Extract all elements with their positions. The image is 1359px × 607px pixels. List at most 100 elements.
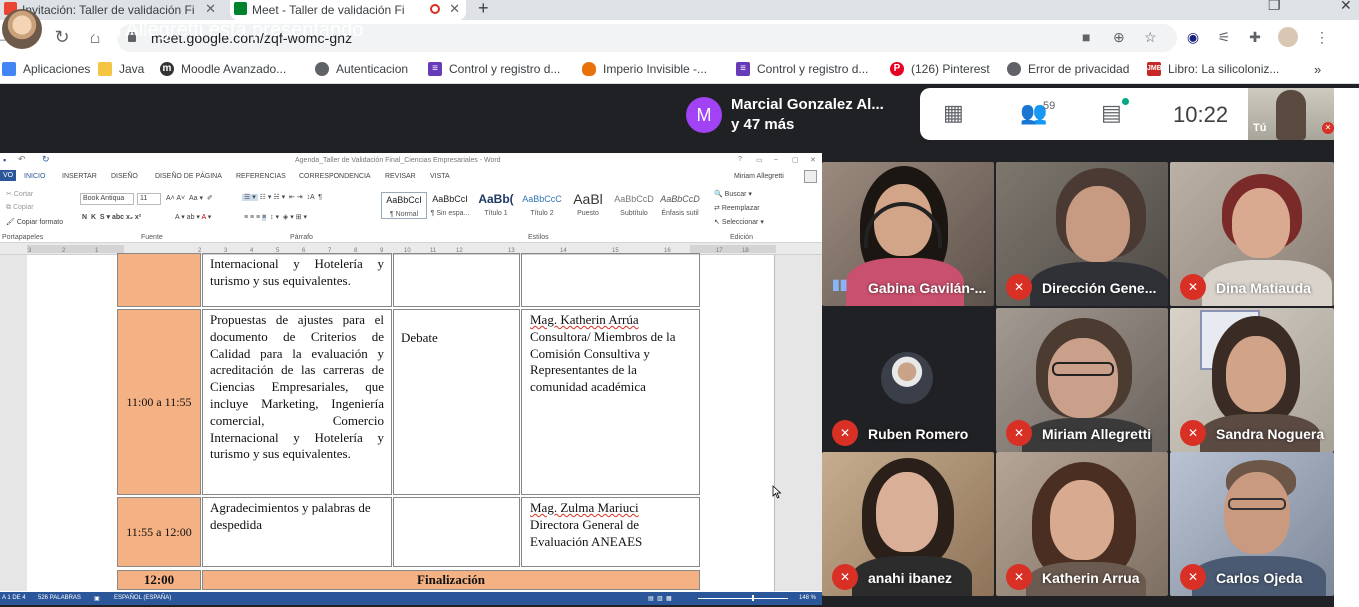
format-painter-button: 🖌 Copiar formato — [6, 219, 64, 226]
language: ESPAÑOL (ESPAÑA) — [114, 595, 172, 601]
participant-name: Dina Matiauda — [1216, 280, 1311, 296]
zoom-level: 148 % — [799, 595, 817, 601]
bookmark-item[interactable]: Autenticacion — [315, 62, 408, 76]
participant-tile[interactable]: ✕ Dina Matiauda — [1170, 162, 1334, 306]
participant-tile[interactable]: ✕ Miriam Allegretti — [996, 308, 1168, 452]
participant-grid: ▮▮ Gabina Gavilán-... ✕ Dirección Gene..… — [822, 162, 1334, 596]
extension-icon[interactable]: ⚟ — [1214, 27, 1234, 47]
tab-diseno: DISEÑO — [111, 173, 138, 180]
speaker-role: Directora General de Evaluación ANEAES — [530, 516, 643, 549]
group-label: Edición — [730, 234, 753, 241]
svg-text:17: 17 — [716, 248, 723, 254]
moodle-icon: m — [160, 62, 174, 76]
bookmarks-overflow-icon[interactable]: » — [1314, 62, 1321, 77]
meeting-clock: 10:22 — [1173, 102, 1229, 127]
tab-title: Meet - Taller de validación Fi — [252, 3, 405, 17]
zoom-icon[interactable]: ⊕ — [1113, 29, 1125, 46]
copy-button: ⧉ Copiar — [6, 204, 34, 211]
who-cell: Mag. Zulma Mariuci Directora General de … — [521, 497, 700, 567]
forms-icon: ≡ — [428, 62, 442, 76]
page-scrollbar[interactable] — [1334, 88, 1359, 607]
participant-tile[interactable]: ▮▮ Gabina Gavilán-... — [822, 162, 994, 306]
word-status-bar: A 1 DE 4 526 PALABRAS ▣ ESPAÑOL (ESPAÑA)… — [0, 592, 822, 605]
document-area: Internacional y Hotelería y turismo y su… — [0, 253, 822, 591]
participant-tile[interactable]: ✕ Katherin Arrua — [996, 452, 1168, 596]
mic-off-icon: ✕ — [1006, 274, 1032, 300]
participant-tile[interactable]: ✕ Dirección Gene... — [996, 162, 1168, 306]
bookmark-item[interactable]: Aplicaciones — [2, 62, 90, 76]
others-count: y 47 más — [731, 116, 795, 133]
speaker-name: Mag. Katherin Arrúa — [530, 312, 639, 327]
meet-icon — [234, 2, 247, 15]
user-avatar — [804, 170, 817, 183]
participant-name: Miriam Allegretti — [1042, 426, 1152, 442]
group-label: Párrafo — [290, 234, 313, 241]
mic-off-icon: ✕ — [832, 420, 858, 446]
style-nospace: AaBbCcI ¶ Sin espa... — [430, 194, 470, 217]
forms-icon: ≡ — [736, 62, 750, 76]
help-icon: ? — [738, 156, 742, 163]
align-icons: ≡ ≡ ≡ ≡ ↕ ▾ ◈ ▾ ⊞ ▾ — [244, 214, 308, 221]
mic-off-icon: ✕ — [832, 564, 858, 590]
bookmark-item[interactable]: m Moodle Avanzado... — [160, 62, 286, 76]
document-page: Internacional y Hotelería y turismo y su… — [27, 253, 775, 591]
tab-insertar: INSERTAR — [62, 173, 97, 180]
extensions-puzzle-icon[interactable]: ✚ — [1245, 27, 1265, 47]
others-name: Marcial Gonzalez Al... — [731, 96, 884, 113]
view-icons: ▤ ▥ ▦ — [648, 596, 672, 602]
self-person — [1276, 90, 1306, 140]
participant-tile[interactable]: ✕ Sandra Noguera — [1170, 308, 1334, 452]
new-tab-button[interactable]: + — [478, 0, 489, 19]
type-cell — [393, 497, 520, 567]
maximize-icon: ▢ — [792, 157, 799, 164]
layout-grid-icon[interactable]: ▦ — [943, 100, 964, 126]
bookmark-item[interactable]: JMB Libro: La silicoloniz... — [1147, 62, 1279, 76]
tab-file: VO — [0, 170, 17, 181]
tab-revisar: REVISAR — [385, 173, 416, 180]
font-name-box: Book Antiqua — [80, 193, 134, 205]
pinterest-icon: P — [890, 62, 904, 76]
close-icon[interactable]: ✕ — [449, 1, 460, 17]
tab-meet[interactable]: Meet - Taller de validación Fi ✕ — [230, 0, 466, 20]
time-cell: 11:00 a 11:55 — [117, 309, 201, 495]
bookmark-item[interactable]: ≡ Control y registro d... — [736, 62, 868, 76]
camera-icon[interactable]: ■ — [1082, 29, 1090, 45]
zoom-slider — [698, 598, 788, 599]
flame-icon — [582, 62, 596, 76]
menu-kebab-icon[interactable]: ⋮ — [1312, 27, 1332, 47]
participant-name: anahi ibanez — [868, 570, 953, 586]
mic-off-icon: ✕ — [1322, 122, 1334, 134]
style-subtitle: AaBbCcD Subtítulo — [614, 194, 654, 217]
chat-icon[interactable]: ▤ — [1101, 100, 1122, 126]
bookmark-item[interactable]: P (126) Pinterest — [890, 62, 990, 76]
bookmarks-bar: Aplicaciones Java m Moodle Avanzado... Au… — [0, 56, 1359, 84]
chat-notification-dot — [1122, 98, 1129, 105]
apps-grid-icon — [2, 62, 16, 76]
bookmark-item[interactable]: Error de privacidad — [1007, 62, 1129, 76]
bookmark-item[interactable]: ≡ Control y registro d... — [428, 62, 560, 76]
participant-tile[interactable]: ✕ Ruben Romero — [822, 308, 994, 452]
proofing-icon: ▣ — [94, 596, 100, 602]
browser-tab-strip: Invitación: Taller de validación Fi ✕ Me… — [0, 0, 1359, 20]
participant-tile[interactable]: ✕ anahi ibanez — [822, 452, 994, 596]
presenting-title: Miriam Allegretti está presentando — [61, 19, 364, 41]
participant-tile[interactable]: ✕ Carlos Ojeda — [1170, 452, 1334, 596]
mouse-cursor-icon — [772, 485, 782, 499]
restore-window-icon[interactable]: ❐ — [1268, 0, 1281, 14]
word-count: 526 PALABRAS — [38, 595, 81, 601]
time-cell: 11:55 a 12:00 — [117, 497, 201, 567]
time-cell: 12:00 — [117, 570, 201, 590]
close-icon[interactable]: ✕ — [205, 1, 216, 17]
word-user: Miriam Allegretti — [734, 173, 784, 180]
bookmark-star-icon[interactable]: ☆ — [1144, 29, 1157, 46]
bookmark-item[interactable]: Imperio Invisible -... — [582, 62, 707, 76]
close-window-icon[interactable]: ✕ — [1340, 0, 1352, 14]
page-indicator: A 1 DE 4 — [2, 595, 26, 601]
word-ribbon: ✂ Cortar ⧉ Copiar 🖌 Copiar formato Book … — [0, 185, 822, 243]
bookmark-item[interactable]: Java — [98, 62, 144, 76]
shared-screen-word: ▪ ↶ ↻ Agenda_Taller de Validación Final_… — [0, 153, 822, 605]
mic-off-icon: ✕ — [1006, 564, 1032, 590]
style-emphasis: AaBbCcD Énfasis sutil — [660, 194, 700, 217]
extension-icon[interactable]: ◉ — [1183, 27, 1203, 47]
profile-avatar[interactable] — [1278, 27, 1298, 47]
